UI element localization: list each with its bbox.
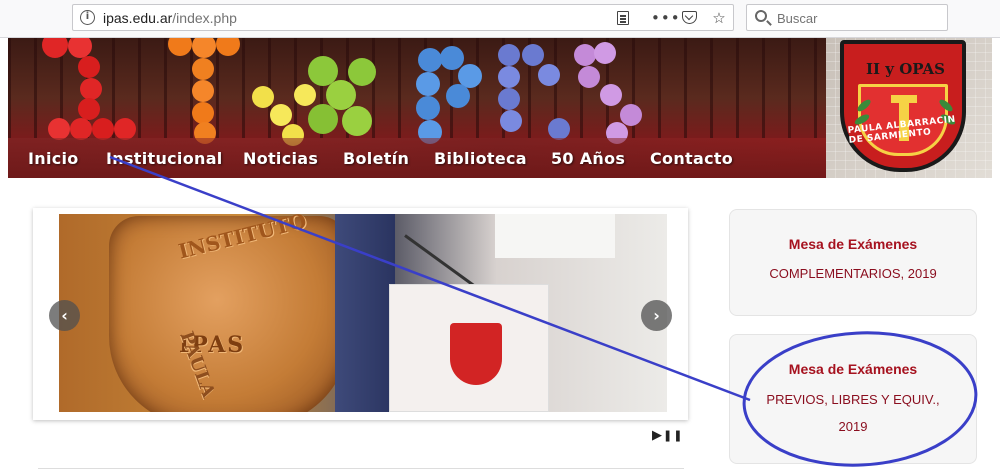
- pocket-icon[interactable]: [679, 8, 699, 28]
- search-input[interactable]: Buscar: [746, 4, 948, 31]
- content-divider: [38, 468, 684, 469]
- nav-noticias[interactable]: Noticias: [243, 149, 318, 168]
- school-logo[interactable]: II y OPAS PAULA ALBARRACIN DE SARMIENTO: [826, 38, 992, 178]
- url-path: /index.php: [172, 10, 237, 26]
- address-bar[interactable]: i ipas.edu.ar/index.php ••• ☆: [72, 4, 734, 31]
- slide-image[interactable]: INSTITUTO IPAS PAULA: [59, 214, 667, 412]
- exam-card-complementarios[interactable]: Mesa de Exámenes COMPLEMENTARIOS, 2019: [729, 209, 977, 316]
- exam-card-previos[interactable]: Mesa de Exámenes PREVIOS, LIBRES Y EQUIV…: [729, 334, 977, 464]
- url-text[interactable]: ipas.edu.ar/index.php: [103, 10, 237, 26]
- flag-banner: [389, 284, 549, 412]
- nav-boletin[interactable]: Boletín: [343, 149, 409, 168]
- play-icon[interactable]: ▶: [652, 428, 663, 443]
- nav-inicio[interactable]: Inicio: [28, 149, 79, 168]
- microphone-stand: [404, 234, 479, 290]
- url-host: ipas.edu.ar: [103, 10, 173, 26]
- nav-50-anos[interactable]: 50 Años: [551, 149, 625, 168]
- pause-icon[interactable]: ❚❚: [663, 429, 683, 442]
- slider-next-button[interactable]: ›: [641, 300, 672, 331]
- search-icon: [755, 10, 767, 22]
- card-link[interactable]: COMPLEMENTARIOS, 2019: [730, 261, 976, 286]
- slider-controls: ▶❚❚: [652, 428, 683, 443]
- header-banner: Inicio Institucional Noticias Boletín Bi…: [8, 38, 826, 178]
- page-actions-icon[interactable]: •••: [651, 8, 680, 28]
- nav-biblioteca[interactable]: Biblioteca: [434, 149, 527, 168]
- reader-view-icon[interactable]: [613, 8, 633, 28]
- bookmark-star-icon[interactable]: ☆: [709, 8, 729, 28]
- nav-contacto[interactable]: Contacto: [650, 149, 733, 168]
- logo-shield: II y OPAS PAULA ALBARRACIN DE SARMIENTO: [840, 40, 966, 172]
- site-info-icon[interactable]: i: [80, 10, 95, 25]
- image-slider: INSTITUTO IPAS PAULA ‹ ›: [33, 208, 688, 420]
- nav-institucional[interactable]: Institucional: [106, 149, 223, 168]
- card-title[interactable]: Mesa de Exámenes: [730, 236, 976, 252]
- card-link[interactable]: PREVIOS, LIBRES Y EQUIV., 2019: [730, 386, 976, 440]
- slider-prev-button[interactable]: ‹: [49, 300, 80, 331]
- logo-title: II y OPAS: [866, 60, 945, 78]
- browser-toolbar: i ipas.edu.ar/index.php ••• ☆ Buscar: [0, 0, 1000, 38]
- card-title[interactable]: Mesa de Exámenes: [730, 361, 976, 377]
- search-placeholder: Buscar: [777, 11, 818, 26]
